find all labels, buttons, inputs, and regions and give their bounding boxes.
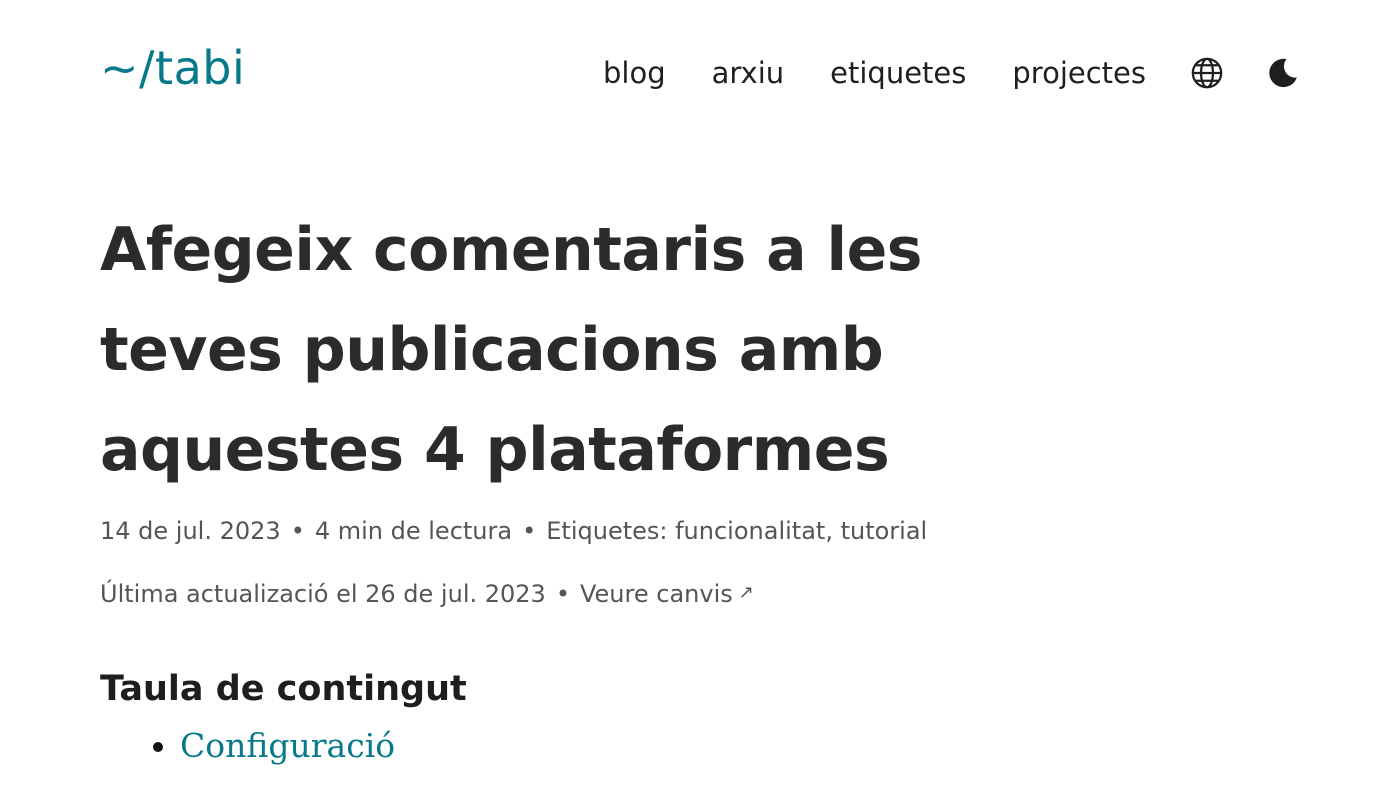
post-meta: 14 de jul. 2023 • 4 min de lectura • Etiquet…	[100, 516, 1060, 546]
nav-link-projectes[interactable]: projectes	[1012, 56, 1146, 90]
last-updated: Última actualizació el 26 de jul. 2023	[100, 580, 546, 608]
theme-toggle-button[interactable]	[1266, 56, 1300, 90]
nav-link-blog[interactable]: blog	[603, 56, 666, 90]
see-changes-link[interactable]: Veure canvis ↗	[580, 580, 754, 608]
globe-icon	[1191, 57, 1223, 89]
nav-icons	[1190, 56, 1300, 90]
tags-label: Etiquetes:	[546, 517, 668, 545]
meta-separator: •	[555, 580, 570, 608]
toc-title: Taula de contingut	[100, 669, 467, 709]
language-switcher-button[interactable]	[1190, 56, 1224, 90]
site-header: ~/tabi blog arxiu etiquetes projectes	[100, 36, 1300, 106]
article-header: Afegeix comentaris a les teves publicaci…	[100, 200, 1060, 609]
article-title: Afegeix comentaris a les teves publicaci…	[100, 215, 923, 485]
post-date: 14 de jul. 2023	[100, 517, 281, 545]
moon-icon	[1269, 58, 1297, 88]
external-link-icon: ↗	[738, 582, 754, 603]
meta-separator: •	[522, 517, 537, 545]
meta-separator: •	[290, 517, 305, 545]
toc-item: Configuració	[180, 724, 467, 768]
reading-time: 4 min de lectura	[314, 517, 513, 545]
site-title-link[interactable]: ~/tabi	[100, 41, 245, 95]
nav-link-arxiu[interactable]: arxiu	[712, 56, 785, 90]
toc-link-configuracio[interactable]: Configuració	[180, 726, 395, 765]
post-updated-meta: Última actualizació el 26 de jul. 2023 • V…	[100, 578, 1060, 609]
see-changes-label: Veure canvis	[579, 580, 733, 608]
tag-link[interactable]: funcionalitat	[675, 517, 825, 545]
table-of-contents: Taula de contingut Configuració	[100, 664, 467, 768]
main-nav: blog arxiu etiquetes projectes	[603, 56, 1300, 90]
tag-separator: ,	[825, 517, 841, 545]
toc-list: Configuració	[100, 724, 467, 768]
tag-link[interactable]: tutorial	[841, 517, 928, 545]
nav-link-etiquetes[interactable]: etiquetes	[830, 56, 966, 90]
page: ~/tabi blog arxiu etiquetes projectes Af…	[0, 0, 1400, 800]
